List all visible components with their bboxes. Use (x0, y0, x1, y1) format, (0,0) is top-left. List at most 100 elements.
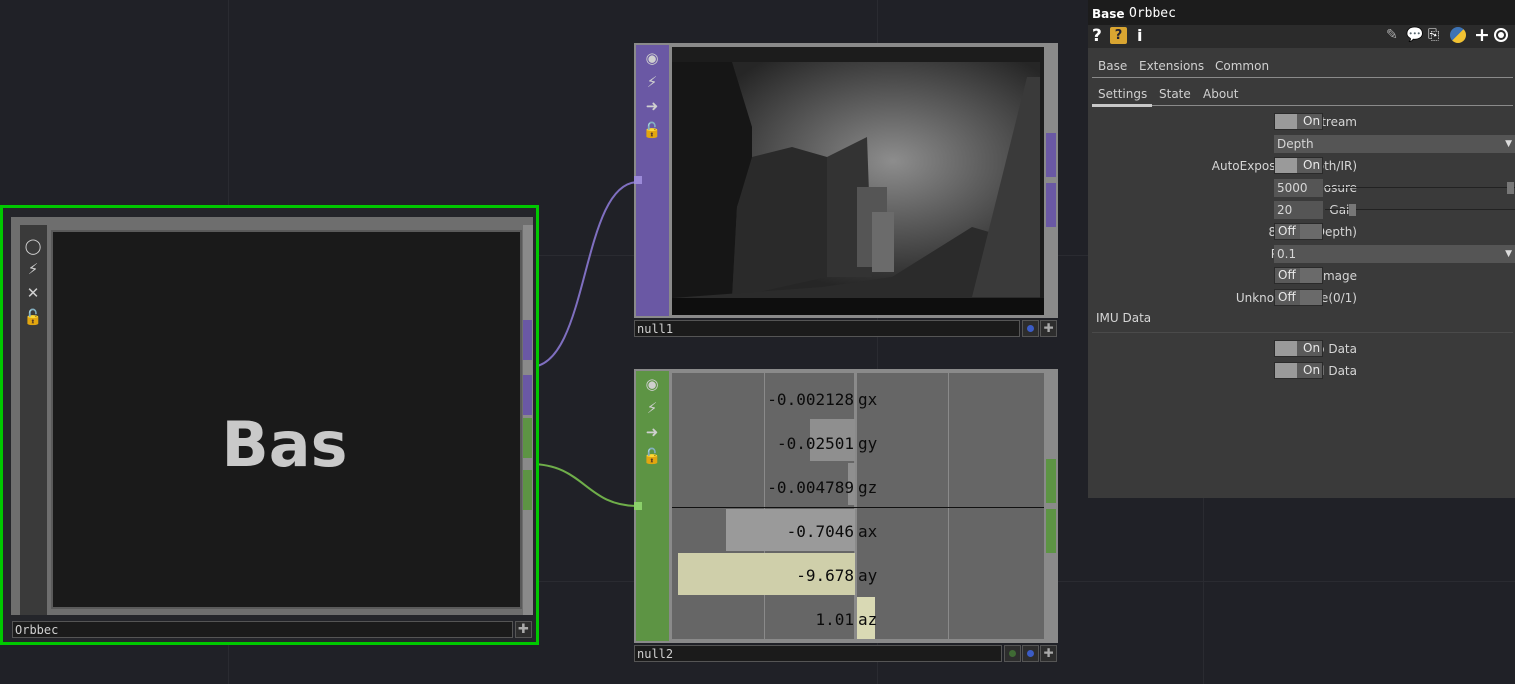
exposure-slider-track[interactable] (1325, 187, 1515, 188)
channel-name: ay (858, 566, 878, 585)
channel-name: ax (858, 522, 878, 541)
bypass-flag-icon[interactable]: ✕ (22, 282, 44, 304)
blue-dot-icon (1027, 650, 1034, 657)
info-icon[interactable]: i (1137, 26, 1142, 45)
viewer-flag-icon[interactable]: ◯ (22, 235, 44, 257)
base-node[interactable]: ◯ ⚡ ✕ 🔓 Bas Orbbec ✚ (0, 205, 539, 645)
panel-toolbar: ? ? i ✎ 💬 ⎘ + (1088, 24, 1515, 48)
base-node-viewer: Bas (51, 230, 522, 609)
field-value: 5000 (1277, 181, 1308, 195)
python-help-icon[interactable]: ? (1110, 27, 1127, 44)
image-menu[interactable]: Depth ▼ (1274, 135, 1515, 153)
base-node-flag-strip: ◯ ⚡ ✕ 🔓 (20, 225, 47, 615)
toggle-state: Off (1278, 268, 1296, 282)
cook-flag-icon[interactable]: ⚡ (641, 71, 663, 93)
output-port-chop[interactable] (523, 470, 532, 510)
toggle-knob (1300, 268, 1322, 283)
grid-line (764, 373, 765, 639)
lock-flag-icon[interactable]: 🔓 (22, 306, 44, 328)
output-port[interactable] (1046, 183, 1056, 227)
menu-value: 0.1 (1277, 247, 1297, 261)
target-icon[interactable] (1494, 28, 1508, 42)
viewer-toggle-button[interactable] (1004, 645, 1021, 662)
viewer-toggle-button[interactable] (1022, 645, 1039, 662)
add-icon[interactable]: ✚ (1040, 320, 1057, 337)
toggle-state: On (1303, 363, 1321, 377)
gain-field[interactable]: 20 (1274, 201, 1323, 219)
tab-extensions[interactable]: Extensions (1139, 59, 1204, 73)
channel-value: 1.01 (815, 610, 854, 629)
arrow-right-icon[interactable]: ➜ (641, 95, 663, 117)
output-port[interactable] (1046, 509, 1056, 553)
exposure-slider-handle[interactable] (1507, 182, 1514, 194)
op-type-label: Base (1092, 7, 1125, 21)
arrow-right-icon[interactable]: ➜ (641, 421, 663, 443)
grid-line (948, 373, 949, 639)
toggle-knob (1300, 224, 1322, 239)
edit-icon[interactable]: ✎ (1386, 27, 1398, 43)
help-icon[interactable]: ? (1092, 26, 1102, 46)
viewer-flag-icon[interactable]: ◉ (641, 47, 663, 69)
output-port-top[interactable] (523, 320, 532, 360)
null1-name[interactable]: null1 (634, 320, 1020, 337)
depth-image (672, 47, 1044, 315)
gyro-toggle[interactable]: On (1274, 340, 1323, 357)
base-node-name[interactable]: Orbbec (12, 621, 513, 638)
mirror-toggle[interactable]: Off (1274, 267, 1323, 284)
section-header-imu: IMU Data (1096, 311, 1152, 325)
accel-toggle[interactable]: On (1274, 362, 1323, 379)
active-tab-indicator (1092, 104, 1152, 107)
tab-base[interactable]: Base (1098, 59, 1127, 73)
chevron-down-icon: ▼ (1505, 249, 1512, 259)
tab-common[interactable]: Common (1215, 59, 1269, 73)
tab-about[interactable]: About (1203, 87, 1238, 101)
autoexposure-toggle[interactable]: On (1274, 157, 1323, 174)
channel-value: -0.7046 (786, 522, 854, 541)
gain-slider-handle[interactable] (1349, 204, 1356, 216)
tab-state[interactable]: State (1159, 87, 1191, 101)
channel-name: gz (858, 478, 878, 497)
precision-menu[interactable]: 0.1 ▼ (1274, 245, 1515, 263)
channel-value: -9.678 (796, 566, 854, 585)
null1-node[interactable]: ◉ ⚡ ➜ 🔓 null1 ✚ (634, 43, 1058, 337)
output-port-chop[interactable] (523, 418, 532, 458)
input-port[interactable] (634, 502, 642, 510)
add-icon[interactable]: ✚ (1040, 645, 1057, 662)
toggle-knob (1275, 363, 1297, 378)
divider (672, 507, 1044, 508)
add-icon[interactable]: ✚ (515, 621, 532, 638)
wire-base-to-null1 (529, 181, 639, 368)
clipboard-icon[interactable]: ⎘ (1428, 27, 1439, 43)
tab-settings[interactable]: Settings (1098, 87, 1147, 101)
output-port-top[interactable] (523, 375, 532, 415)
cook-flag-icon[interactable]: ⚡ (22, 258, 44, 280)
null2-node[interactable]: ◉ ⚡ ➜ 🔓 -0.002128 gx -0.02501 gy -0.0047… (634, 369, 1058, 663)
videostream-toggle[interactable]: On (1274, 113, 1323, 130)
op-name[interactable]: Orbbec (1129, 6, 1176, 21)
lock-flag-icon[interactable]: 🔓 (641, 445, 663, 467)
cook-flag-icon[interactable]: ⚡ (641, 397, 663, 419)
toggle-state: On (1303, 341, 1321, 355)
input-port[interactable] (634, 176, 642, 184)
comment-icon[interactable]: 💬 (1406, 27, 1423, 43)
viewer-flag-icon[interactable]: ◉ (641, 373, 663, 395)
null2-name[interactable]: null2 (634, 645, 1002, 662)
channel-name: gx (858, 390, 878, 409)
plus-icon[interactable]: + (1474, 24, 1490, 46)
output-port[interactable] (1046, 133, 1056, 177)
base-node-title: Bas (221, 408, 348, 481)
unknown-value-toggle[interactable]: Off (1274, 289, 1323, 306)
field-value: 20 (1277, 203, 1293, 217)
parameter-panel: Base Orbbec ? ? i ✎ 💬 ⎘ + Base Extension… (1088, 0, 1515, 498)
viewer-toggle-button[interactable] (1022, 320, 1039, 337)
exposure-field[interactable]: 5000 (1274, 179, 1323, 197)
channel-name: az (858, 610, 878, 629)
lock-flag-icon[interactable]: 🔓 (641, 119, 663, 141)
output-port[interactable] (1046, 459, 1056, 503)
python-icon[interactable] (1450, 27, 1466, 43)
channel-value: -0.002128 (767, 390, 854, 409)
green-dot-icon (1009, 650, 1016, 657)
toggle-state: On (1303, 158, 1321, 172)
toggle-knob (1275, 114, 1297, 129)
bitdepth-toggle[interactable]: Off (1274, 223, 1323, 240)
